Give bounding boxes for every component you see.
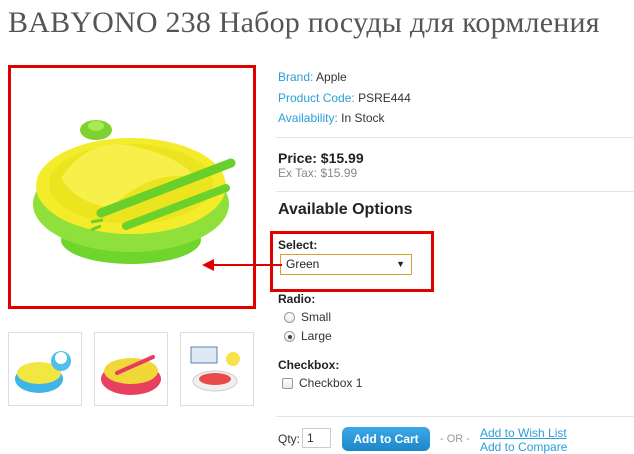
divider [276,137,634,138]
add-to-cart-button[interactable]: Add to Cart [342,427,430,451]
qty-label: Qty: [278,432,301,446]
radio-option-large[interactable]: Large [284,329,332,343]
available-options-heading: Available Options [278,201,413,218]
product-title: BABYONO 238 Набор посуды для кормления [8,6,600,39]
product-main-image[interactable] [8,65,256,309]
radio-button-selected[interactable] [284,331,295,342]
product-code-label: Product Code: [278,91,355,105]
feeding-set-icon [190,346,240,392]
divider [276,191,634,192]
brand-value[interactable]: Apple [316,70,347,84]
availability-value: In Stock [341,111,385,125]
feeding-bowl-illustration [33,120,236,264]
thumbnail-set[interactable] [180,332,254,406]
product-code-row: Product Code: PSRE444 [278,91,411,105]
product-code-value: PSRE444 [358,91,411,105]
radio-option-label: Large [301,329,332,343]
checkbox[interactable] [282,378,293,389]
availability-label: Availability: [278,111,338,125]
thumbnail-pink-bowl[interactable] [94,332,168,406]
radio-option-small[interactable]: Small [284,310,331,324]
highlight-frame [270,231,434,292]
pink-bowl-icon [101,355,161,395]
ex-tax-price: Ex Tax: $15.99 [278,166,358,180]
checkbox-label: Checkbox: [278,358,340,372]
radio-button[interactable] [284,312,295,323]
add-to-wishlist-link[interactable]: Add to Wish List [480,426,567,440]
checkbox-option-label: Checkbox 1 [299,376,363,390]
brand-row: Brand: Apple [278,70,347,84]
price: Price: $15.99 [278,150,364,166]
divider [276,416,634,417]
availability-row: Availability: In Stock [278,111,385,125]
radio-option-label: Small [301,310,332,324]
checkbox-option-1[interactable]: Checkbox 1 [282,376,362,390]
thumbnail-blue-bowl[interactable] [8,332,82,406]
pointer-arrow-icon [202,259,282,271]
radio-label: Radio: [278,292,316,306]
brand-label: Brand: [278,70,314,84]
blue-bowl-icon [15,351,71,393]
qty-input[interactable]: 1 [302,428,331,448]
or-separator: - OR - [440,433,470,445]
